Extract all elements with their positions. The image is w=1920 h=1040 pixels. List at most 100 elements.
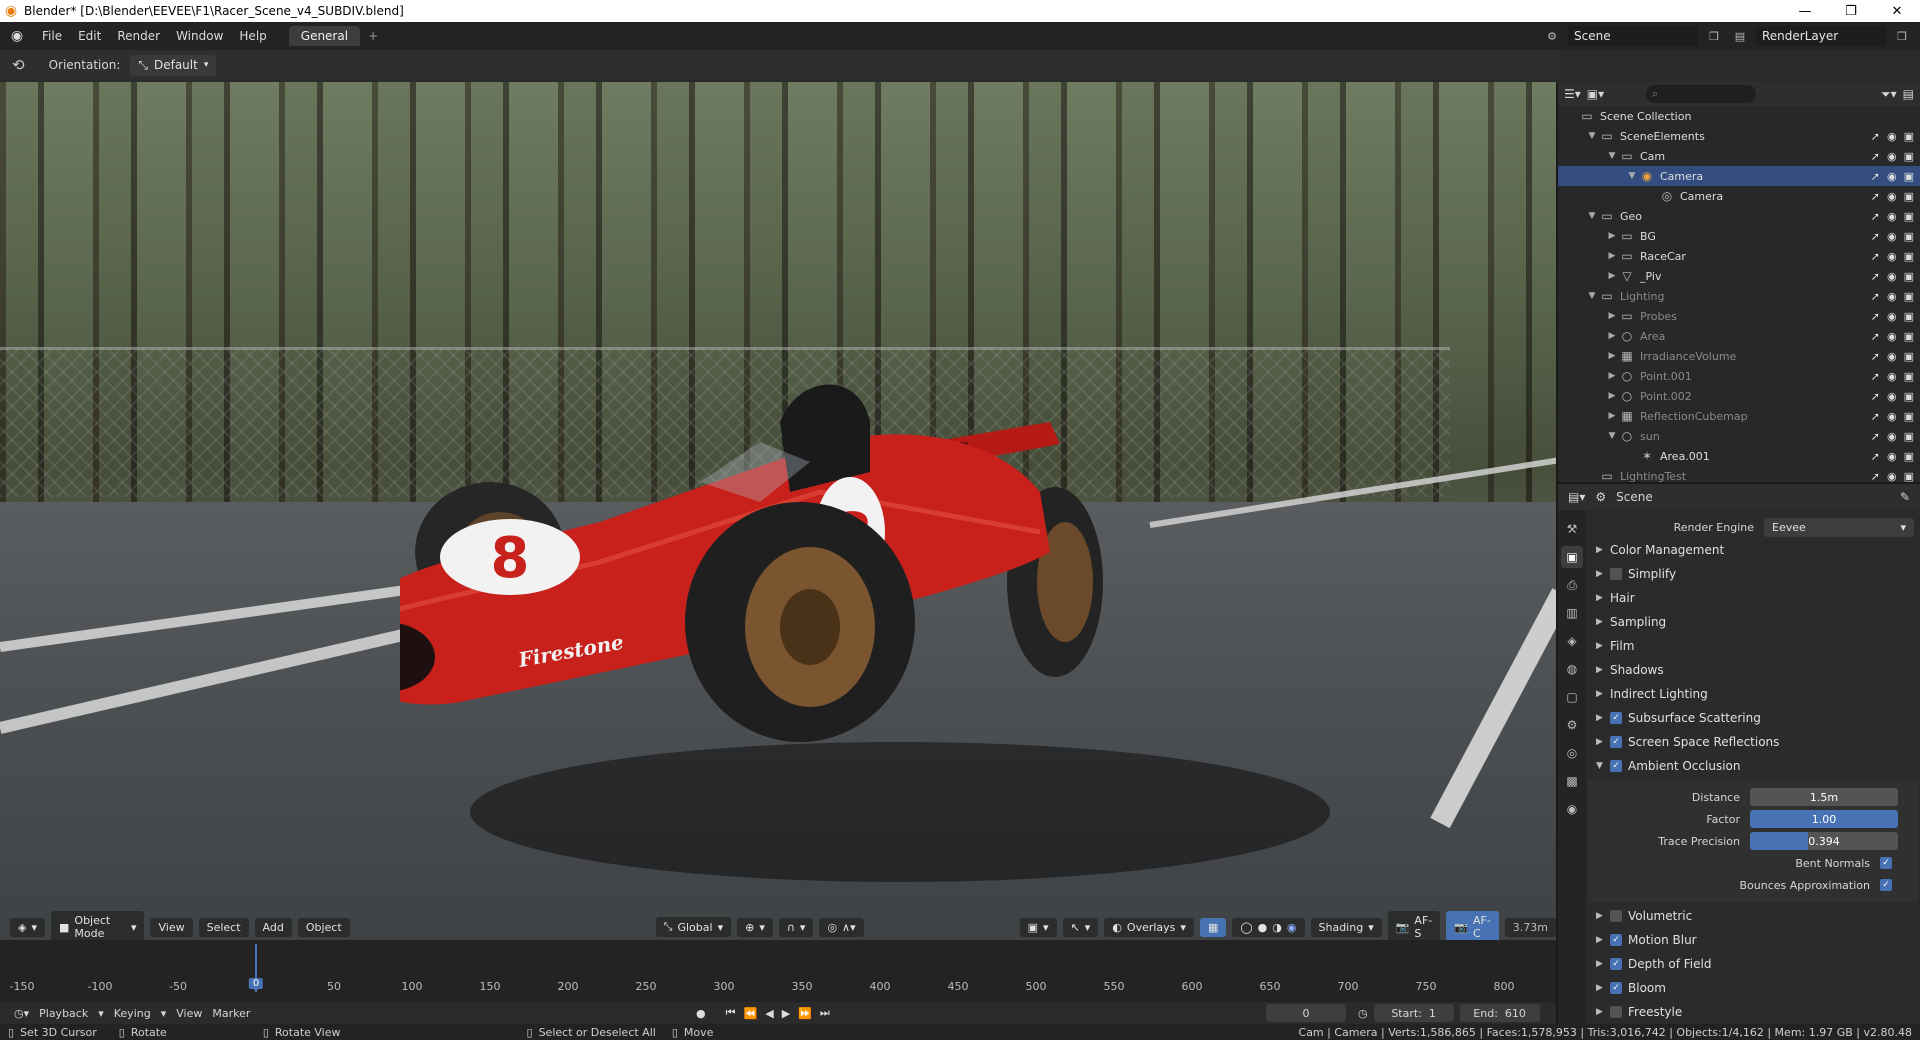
display-mode-icon[interactable]: ▣▾ (1587, 87, 1604, 101)
eye-icon[interactable]: ◉ (1887, 370, 1897, 383)
timeline-editor[interactable]: -150 -100 -50 0 50 100 150 200 250 300 350 400 450 50… (0, 940, 1556, 1002)
eye-icon[interactable]: ◉ (1887, 310, 1897, 323)
menu-render[interactable]: Render (109, 29, 168, 43)
overlays-dropdown[interactable]: ◐ Overlays ▾ (1104, 917, 1194, 937)
properties-editor[interactable]: ▤▾ ⚙ Scene ✎ ⚒ ▣ ⎙ ▥ ◈ ◍ ▢ ⚙ ◎ ▩ ◉ Rende… (1556, 482, 1920, 1026)
pin-icon[interactable]: ✎ (1900, 490, 1910, 504)
render-camera-icon[interactable]: ▣ (1904, 410, 1914, 423)
world-tab-icon[interactable]: ◍ (1561, 658, 1583, 680)
panel-header[interactable]: ▶ Hair (1588, 586, 1918, 610)
panel-header[interactable]: ▶ ✓ Subsurface Scattering (1588, 706, 1918, 730)
eye-icon[interactable]: ◉ (1887, 450, 1897, 463)
marker-menu[interactable]: Marker (212, 1007, 250, 1020)
pivot-dropdown[interactable]: ⊕ ▾ (737, 917, 773, 937)
render-camera-icon[interactable]: ▣ (1904, 210, 1914, 223)
properties-editor-icon[interactable]: ▤▾ (1568, 490, 1585, 504)
close-button[interactable]: ✕ (1874, 0, 1920, 22)
texture-tab-icon[interactable]: ▩ (1561, 770, 1583, 792)
workspace-tab-general[interactable]: General (288, 26, 361, 46)
eye-icon[interactable]: ◉ (1887, 470, 1897, 483)
collapse-arrow-icon[interactable]: ▶ (1596, 1007, 1610, 1017)
expand-arrow-icon[interactable]: ▼ (1586, 131, 1598, 141)
prev-keyframe-icon[interactable]: ⏪ (744, 1007, 758, 1020)
collapse-arrow-icon[interactable]: ▶ (1606, 311, 1618, 321)
panel-checkbox[interactable]: ✓ (1610, 712, 1622, 724)
copy-layer-icon[interactable]: ❐ (1892, 26, 1912, 46)
render-camera-icon[interactable]: ▣ (1904, 430, 1914, 443)
view-menu[interactable]: View (176, 1007, 202, 1020)
outliner-editor-icon[interactable]: ☰▾ (1564, 87, 1581, 101)
select-arrow-icon[interactable]: ➚ (1871, 310, 1880, 323)
eye-icon[interactable]: ◉ (1887, 430, 1897, 443)
scene-icon[interactable]: ⚙ (1542, 26, 1562, 46)
outliner-search-input[interactable]: ⌕ (1646, 85, 1757, 103)
collapse-arrow-icon[interactable]: ▶ (1606, 231, 1618, 241)
panel-checkbox[interactable]: ✓ (1610, 982, 1622, 994)
af-s-button[interactable]: 📷 AF-S (1387, 911, 1441, 940)
collapse-arrow-icon[interactable]: ▶ (1596, 737, 1610, 747)
select-arrow-icon[interactable]: ➚ (1871, 290, 1880, 303)
render-camera-icon[interactable]: ▣ (1904, 290, 1914, 303)
panel-checkbox[interactable]: ✓ (1610, 736, 1622, 748)
collapse-arrow-icon[interactable]: ▶ (1596, 935, 1610, 945)
panel-header[interactable]: ▶ Indirect Lighting (1588, 682, 1918, 706)
render-camera-icon[interactable]: ▣ (1904, 310, 1914, 323)
render-camera-icon[interactable]: ▣ (1904, 450, 1914, 463)
panel-header[interactable]: ▶ Film (1588, 634, 1918, 658)
panel-header[interactable]: ▶ Color Management (1588, 538, 1918, 562)
select-arrow-icon[interactable]: ➚ (1871, 210, 1880, 223)
view-menu[interactable]: View (150, 917, 193, 937)
eye-icon[interactable]: ◉ (1887, 270, 1897, 283)
maximize-button[interactable]: ❐ (1828, 0, 1874, 22)
snap-button[interactable]: ∩ ▾ (778, 917, 814, 937)
collapse-arrow-icon[interactable]: ▶ (1596, 911, 1610, 921)
outliner-row[interactable]: ▶ ▭ Probes ➚ ◉ ▣ (1558, 306, 1920, 326)
new-collection-icon[interactable]: ▤ (1903, 87, 1914, 101)
gizmo-dropdown[interactable]: ↖ ▾ (1062, 917, 1099, 937)
render-camera-icon[interactable]: ▣ (1904, 390, 1914, 403)
collapse-arrow-icon[interactable]: ▶ (1596, 545, 1610, 555)
menu-edit[interactable]: Edit (70, 29, 109, 43)
data-tab-icon[interactable]: ◎ (1561, 742, 1583, 764)
proportional-edit-button[interactable]: ◎ ∧▾ (819, 917, 864, 937)
select-arrow-icon[interactable]: ➚ (1871, 270, 1880, 283)
view-layer-tab-icon[interactable]: ▥ (1561, 602, 1583, 624)
outliner-row[interactable]: ▼ ▭ SceneElements ➚ ◉ ▣ (1558, 126, 1920, 146)
transform-orientation-dropdown[interactable]: ⤡ Global ▾ (655, 917, 732, 937)
collapse-arrow-icon[interactable]: ▶ (1596, 641, 1610, 651)
select-arrow-icon[interactable]: ➚ (1871, 170, 1880, 183)
ao-trace-field[interactable]: 0.394 (1750, 832, 1898, 850)
eye-icon[interactable]: ◉ (1887, 170, 1897, 183)
render-camera-icon[interactable]: ▣ (1904, 470, 1914, 483)
collapse-arrow-icon[interactable]: ▶ (1596, 593, 1610, 603)
select-arrow-icon[interactable]: ➚ (1871, 390, 1880, 403)
select-arrow-icon[interactable]: ➚ (1871, 250, 1880, 263)
select-arrow-icon[interactable]: ➚ (1871, 370, 1880, 383)
collapse-arrow-icon[interactable]: ▶ (1596, 617, 1610, 627)
outliner-row[interactable]: ▼ ▭ Geo ➚ ◉ ▣ (1558, 206, 1920, 226)
menu-help[interactable]: Help (231, 29, 274, 43)
panel-checkbox[interactable] (1610, 910, 1622, 922)
panel-header[interactable]: ▶ ✓ Screen Space Reflections (1588, 730, 1918, 754)
record-button[interactable]: ● (696, 1007, 706, 1020)
select-arrow-icon[interactable]: ➚ (1871, 190, 1880, 203)
select-arrow-icon[interactable]: ➚ (1871, 150, 1880, 163)
output-tab-icon[interactable]: ⎙ (1561, 574, 1583, 596)
frame-ruler[interactable]: -150 -100 -50 0 50 100 150 200 250 300 350 400 450 50… (8, 980, 1548, 996)
collapse-arrow-icon[interactable]: ▶ (1606, 251, 1618, 261)
eye-icon[interactable]: ◉ (1887, 150, 1897, 163)
xray-toggle[interactable]: ▦ (1199, 917, 1227, 937)
collapse-arrow-icon[interactable]: ▶ (1596, 569, 1610, 579)
eye-icon[interactable]: ◉ (1887, 390, 1897, 403)
menu-file[interactable]: File (34, 29, 70, 43)
ao-distance-field[interactable]: 1.5m (1750, 788, 1898, 806)
object-tab-icon[interactable]: ▢ (1561, 686, 1583, 708)
panel-checkbox[interactable]: ✓ (1610, 958, 1622, 970)
outliner-row[interactable]: ▶ ▦ IrradianceVolume ➚ ◉ ▣ (1558, 346, 1920, 366)
render-camera-icon[interactable]: ▣ (1904, 230, 1914, 243)
panel-header[interactable]: ▶ ✓ Bloom (1588, 976, 1918, 1000)
expand-arrow-icon[interactable]: ▼ (1596, 761, 1610, 771)
constraints-tab-icon[interactable]: ⚙ (1561, 714, 1583, 736)
eye-icon[interactable]: ◉ (1887, 290, 1897, 303)
eye-icon[interactable]: ◉ (1887, 330, 1897, 343)
